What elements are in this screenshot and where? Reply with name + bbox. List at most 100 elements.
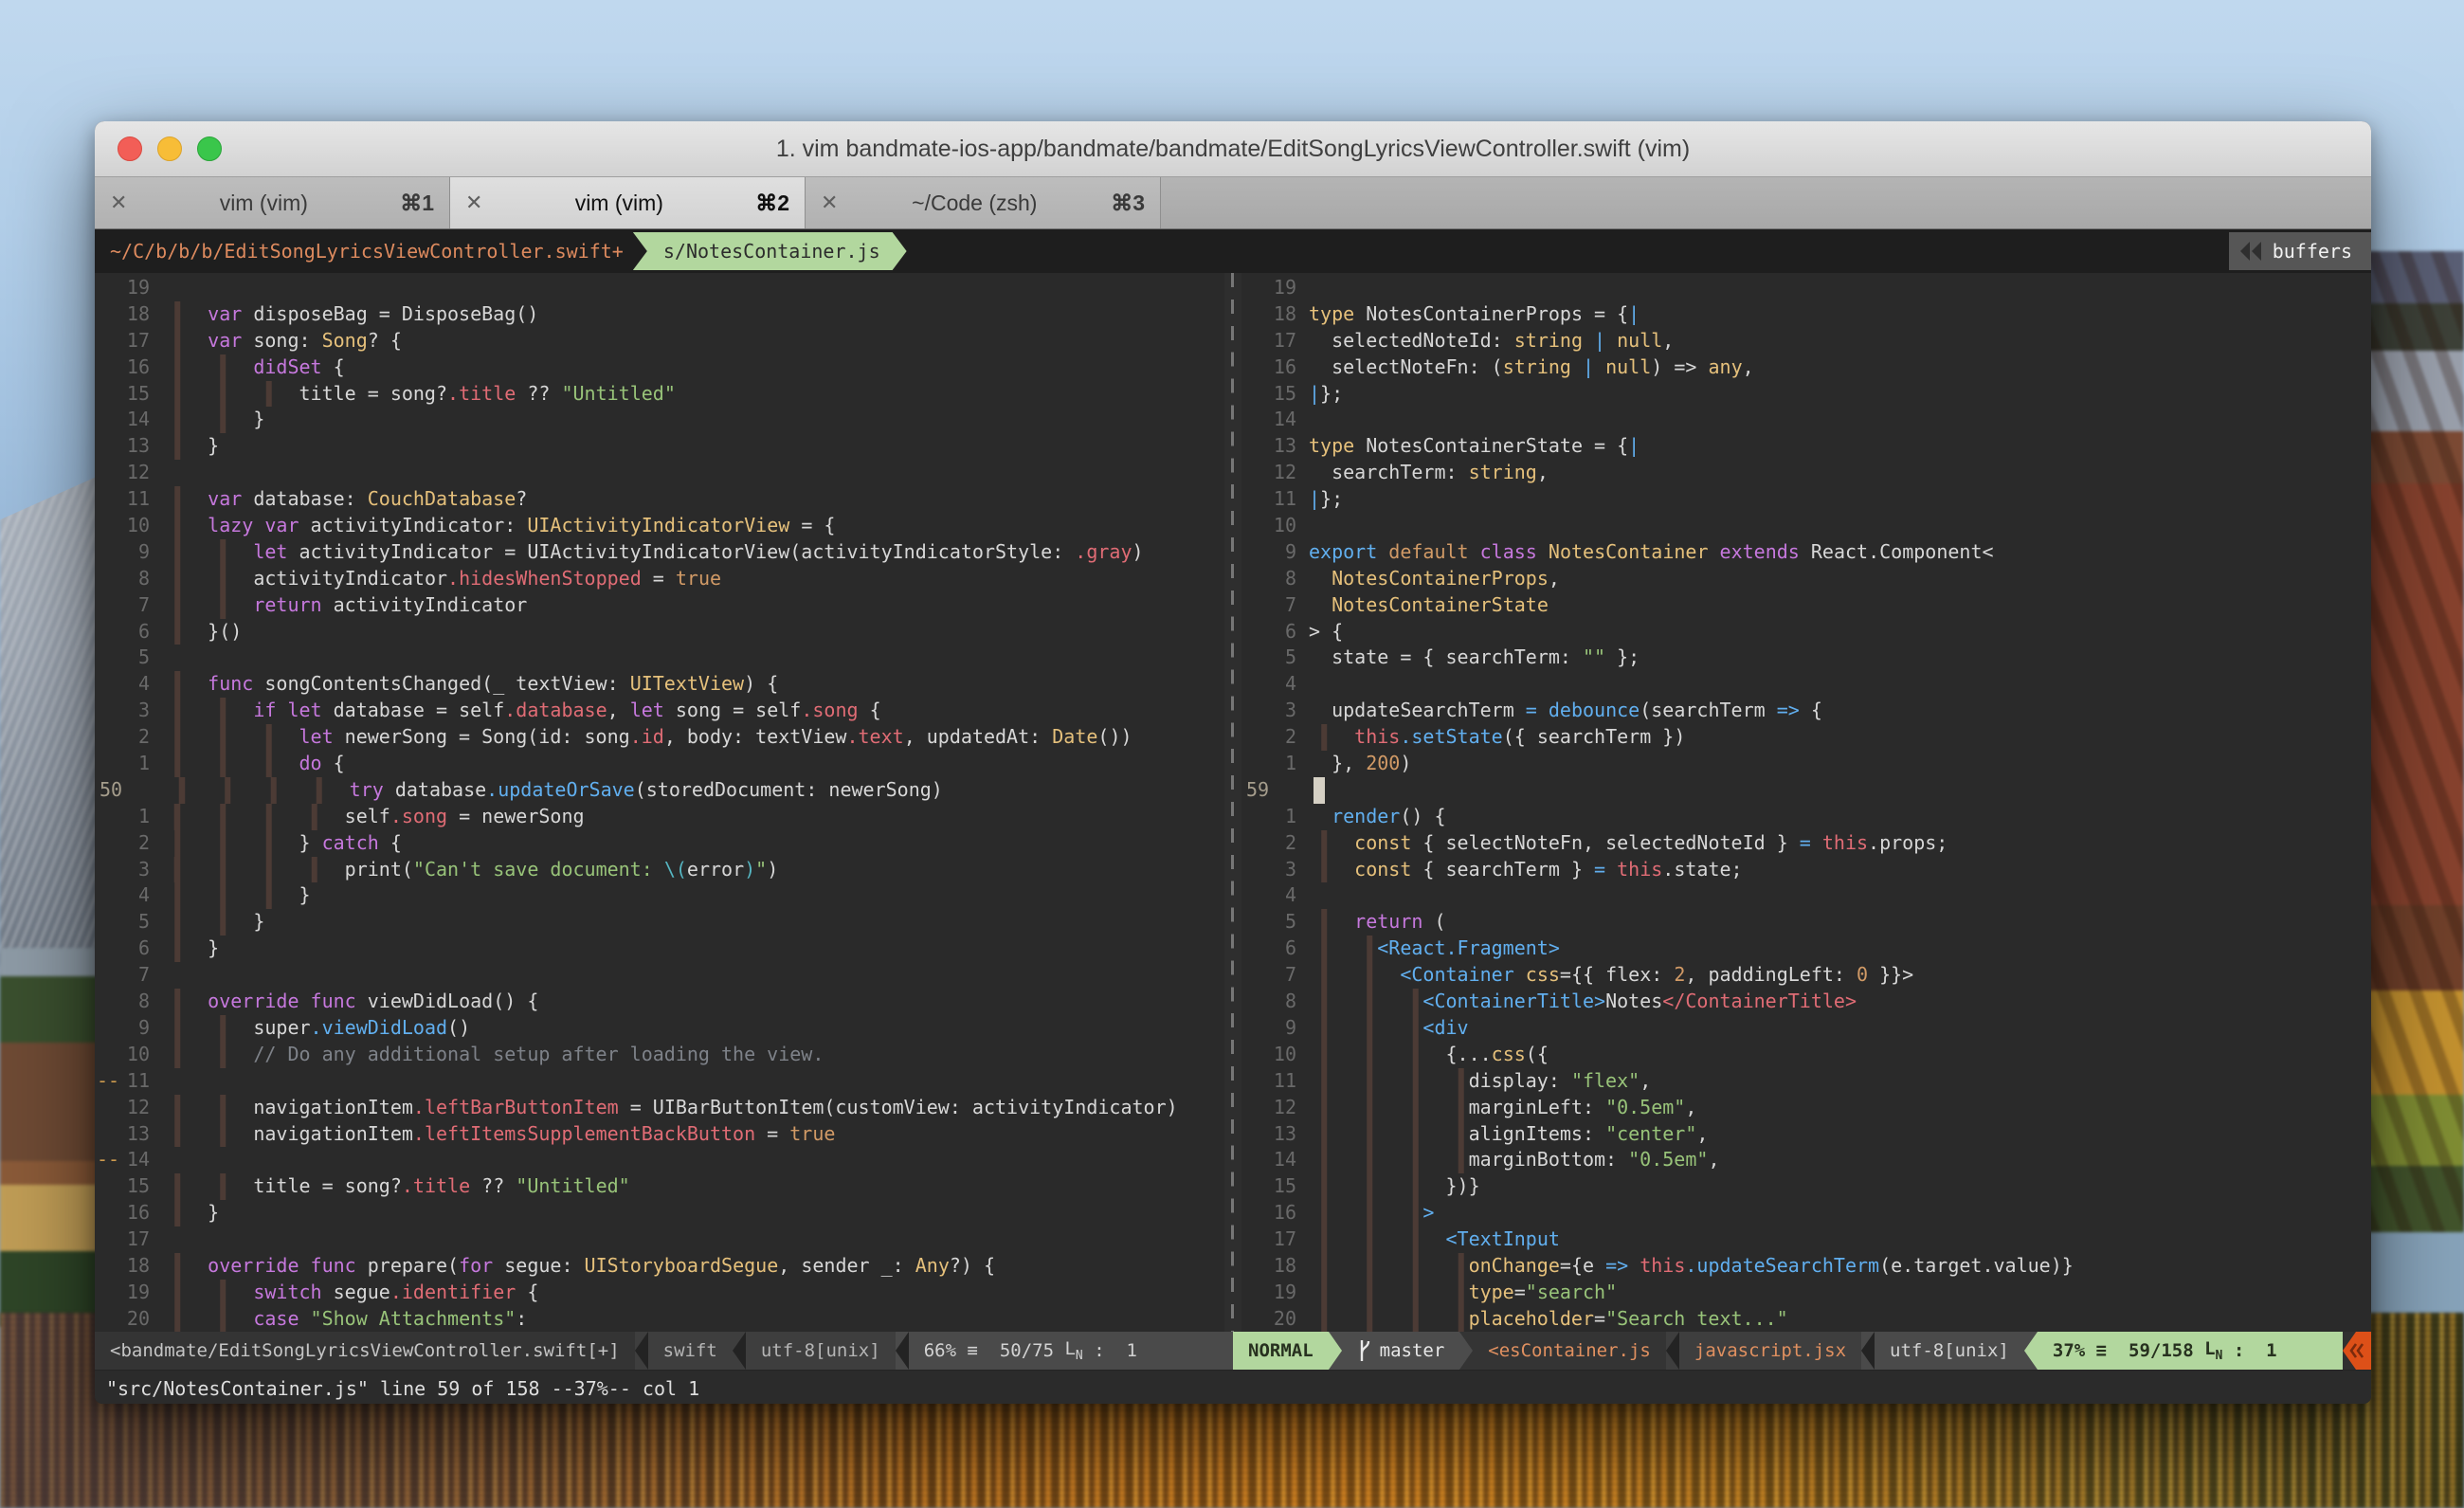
tab-vim-1[interactable]: ✕ vim (vim) ⌘1	[95, 177, 450, 228]
code-line[interactable]: 10lazy var activityIndicator: UIActivity…	[95, 513, 1224, 539]
code-line[interactable]: 3updateSearchTerm = debounce(searchTerm …	[1241, 698, 2371, 724]
code-line[interactable]: 9let activityIndicator = UIActivityIndic…	[95, 539, 1224, 566]
code-line[interactable]: 15title = song?.title ?? "Untitled"	[95, 1173, 1224, 1200]
code-line[interactable]: 8override func viewDidLoad() {	[95, 989, 1224, 1015]
code-line[interactable]: 1render() {	[1241, 804, 2371, 830]
code-line[interactable]: 11var database: CouchDatabase?	[95, 486, 1224, 513]
code-line[interactable]: 14}	[95, 407, 1224, 433]
code-line[interactable]: 2} catch {	[95, 830, 1224, 857]
minimize-window-button[interactable]	[157, 136, 182, 161]
code-line[interactable]: 1do {	[95, 751, 1224, 777]
tab-close-icon[interactable]: ✕	[450, 191, 498, 215]
code-line[interactable]: 12searchTerm: string,	[1241, 460, 2371, 486]
code-line[interactable]: 17	[95, 1226, 1224, 1253]
code-line[interactable]: 4	[1241, 671, 2371, 698]
code-line[interactable]: --14	[95, 1147, 1224, 1173]
code-line[interactable]: 18var disposeBag = DisposeBag()	[95, 301, 1224, 328]
pane-left-swift[interactable]: 1918var disposeBag = DisposeBag()17var s…	[95, 273, 1224, 1332]
code-line[interactable]: 16>	[1241, 1200, 2371, 1226]
code-line[interactable]: 17<TextInput	[1241, 1226, 2371, 1253]
code-line[interactable]: 6}	[95, 936, 1224, 962]
code-line[interactable]: 6}()	[95, 619, 1224, 645]
code-line[interactable]: 17selectedNoteId: string | null,	[1241, 328, 2371, 354]
code-line[interactable]: 13}	[95, 433, 1224, 460]
code-line[interactable]: 5}	[95, 909, 1224, 936]
vim-command-line[interactable]: "src/NotesContainer.js" line 59 of 158 -…	[95, 1370, 2371, 1404]
tab-close-icon[interactable]: ✕	[95, 191, 142, 215]
code-line[interactable]: 7<Container css={{ flex: 2, paddingLeft:…	[1241, 962, 2371, 989]
code-line[interactable]: 19	[95, 275, 1224, 301]
code-line[interactable]: 18override func prepare(for segue: UISto…	[95, 1253, 1224, 1280]
code-line[interactable]: 10// Do any additional setup after loadi…	[95, 1042, 1224, 1068]
window-titlebar[interactable]: 1. vim bandmate-ios-app/bandmate/bandmat…	[95, 121, 2371, 177]
code-line[interactable]: 20placeholder="Search text..."	[1241, 1306, 2371, 1332]
code-line[interactable]: 1self.song = newerSong	[95, 804, 1224, 830]
code-line[interactable]: 15|};	[1241, 381, 2371, 408]
code-line[interactable]: 1}, 200)	[1241, 751, 2371, 777]
code-line[interactable]: 9super.viewDidLoad()	[95, 1015, 1224, 1042]
code-line[interactable]: 2let newerSong = Song(id: song.id, body:…	[95, 724, 1224, 751]
code-line[interactable]: 19	[1241, 275, 2371, 301]
inactive-buffer-name[interactable]: ~/C/b/b/b/EditSongLyricsViewController.s…	[95, 240, 624, 263]
code-line[interactable]: 14	[1241, 407, 2371, 433]
code-line[interactable]: 8NotesContainerProps,	[1241, 566, 2371, 592]
tab-zsh-3[interactable]: ✕ ~/Code (zsh) ⌘3	[806, 177, 1161, 228]
pane-right-javascript[interactable]: 1918type NotesContainerProps = {|17selec…	[1241, 273, 2371, 1332]
code-line[interactable]: 10{...css({	[1241, 1042, 2371, 1068]
code-line[interactable]: 13alignItems: "center",	[1241, 1121, 2371, 1148]
code-line[interactable]: 4}	[95, 882, 1224, 909]
code-line[interactable]: 9export default class NotesContainer ext…	[1241, 539, 2371, 566]
code-line[interactable]: 13navigationItem.leftItemsSupplementBack…	[95, 1121, 1224, 1148]
code-line[interactable]: 3print("Can't save document: \(error)")	[95, 857, 1224, 883]
close-window-button[interactable]	[118, 136, 142, 161]
code-line[interactable]: 17var song: Song? {	[95, 328, 1224, 354]
code-line[interactable]: 20case "Show Attachments":	[95, 1306, 1224, 1332]
code-line[interactable]: 14marginBottom: "0.5em",	[1241, 1147, 2371, 1173]
code-line[interactable]: 2const { selectNoteFn, selectedNoteId } …	[1241, 830, 2371, 857]
code-line[interactable]: 18type NotesContainerProps = {|	[1241, 301, 2371, 328]
code-line[interactable]: 3const { searchTerm } = this.state;	[1241, 857, 2371, 883]
code-line[interactable]: 4	[1241, 882, 2371, 909]
tab-close-icon[interactable]: ✕	[806, 191, 853, 215]
code-line[interactable]: 6> {	[1241, 619, 2371, 645]
code-line[interactable]: 7NotesContainerState	[1241, 592, 2371, 619]
code-line[interactable]: 16}	[95, 1200, 1224, 1226]
code-line[interactable]: 7return activityIndicator	[95, 592, 1224, 619]
code-line[interactable]: 13type NotesContainerState = {|	[1241, 433, 2371, 460]
code-line[interactable]: 5return (	[1241, 909, 2371, 936]
tab-vim-2-active[interactable]: ✕ vim (vim) ⌘2	[450, 177, 806, 228]
code-line[interactable]: 9<div	[1241, 1015, 2371, 1042]
code-line[interactable]: 8activityIndicator.hidesWhenStopped = tr…	[95, 566, 1224, 592]
code-line[interactable]: 12navigationItem.leftBarButtonItem = UIB…	[95, 1095, 1224, 1121]
code-line[interactable]: 2this.setState({ searchTerm })	[1241, 724, 2371, 751]
code-line[interactable]: 15})}	[1241, 1173, 2371, 1200]
active-buffer-tab[interactable]: s/NotesContainer.js	[633, 232, 907, 270]
code-line[interactable]: 19switch segue.identifier {	[95, 1280, 1224, 1306]
code-text: })}	[1445, 1173, 1479, 1200]
code-line[interactable]: 16didSet {	[95, 354, 1224, 381]
code-line[interactable]: 10	[1241, 513, 2371, 539]
code-line[interactable]: 5state = { searchTerm: "" };	[1241, 645, 2371, 671]
zoom-window-button[interactable]	[197, 136, 222, 161]
code-line[interactable]: 8<ContainerTitle>Notes</ContainerTitle>	[1241, 989, 2371, 1015]
code-line[interactable]: 5	[95, 645, 1224, 671]
code-line[interactable]: 59	[1241, 777, 2371, 804]
code-line[interactable]: 19type="search"	[1241, 1280, 2371, 1306]
code-line[interactable]: 4func songContentsChanged(_ textView: UI…	[95, 671, 1224, 698]
code-line[interactable]: 11|};	[1241, 486, 2371, 513]
code-line[interactable]: 11display: "flex",	[1241, 1068, 2371, 1095]
code-line[interactable]: 16selectNoteFn: (string | null) => any,	[1241, 354, 2371, 381]
code-line[interactable]: 15title = song?.title ?? "Untitled"	[95, 381, 1224, 408]
code-line[interactable]: 7	[95, 962, 1224, 989]
code-line[interactable]: 3if let database = self.database, let so…	[95, 698, 1224, 724]
code-line[interactable]: 50try database.updateOrSave(storedDocume…	[95, 777, 1224, 804]
line-number: 6	[95, 936, 162, 962]
code-line[interactable]: --11	[95, 1068, 1224, 1095]
vertical-split-divider[interactable]	[1224, 273, 1241, 1332]
code-line[interactable]: 12	[95, 460, 1224, 486]
code-line[interactable]: 12marginLeft: "0.5em",	[1241, 1095, 2371, 1121]
line-number: 4	[95, 882, 162, 909]
code-line[interactable]: 6<React.Fragment>	[1241, 936, 2371, 962]
code-line[interactable]: 18onChange={e => this.updateSearchTerm(e…	[1241, 1253, 2371, 1280]
buffers-button[interactable]: buffers	[2229, 232, 2371, 270]
